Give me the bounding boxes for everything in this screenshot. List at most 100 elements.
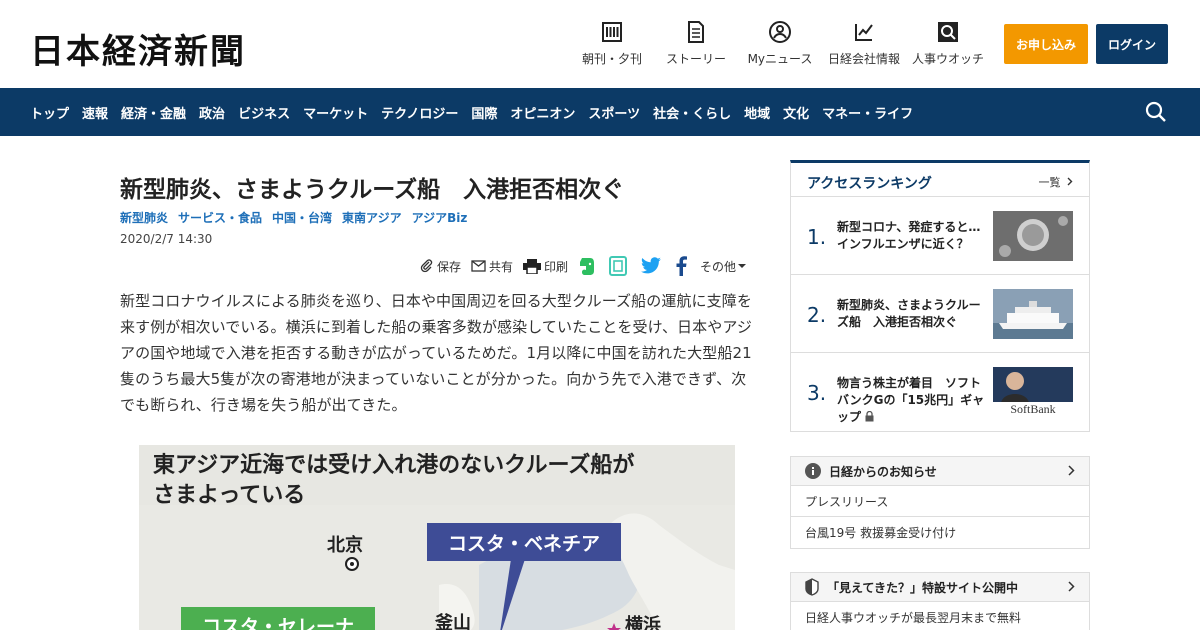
tag-link[interactable]: 東南アジア bbox=[342, 209, 402, 226]
site-logo[interactable]: 日本経済新聞 bbox=[30, 24, 246, 73]
ranking-item[interactable]: 1. 新型コロナ、発症すると…インフルエンザに近く？ bbox=[791, 197, 1089, 275]
save-button[interactable]: 保存 bbox=[420, 258, 461, 275]
nav-item-economy[interactable]: 経済・金融 bbox=[121, 103, 186, 122]
tag-link[interactable]: サービス・食品 bbox=[178, 209, 262, 226]
star-marker-yokohama bbox=[607, 623, 621, 630]
softbank-thumbnail: SoftBank bbox=[993, 367, 1073, 417]
city-marker-beijing bbox=[345, 557, 359, 571]
city-label-yokohama: 横浜 bbox=[625, 615, 661, 630]
nav-label: 朝刊・夕刊 bbox=[581, 52, 642, 66]
caret-down-icon bbox=[738, 264, 747, 268]
ranking-number: 3. bbox=[807, 381, 827, 405]
callout-pointer bbox=[500, 559, 525, 630]
article-body: 新型コロナウイルスによる肺炎を巡り、日本や中国周辺を回る大型クルーズ船の運航に支… bbox=[120, 292, 752, 414]
ranking-text-body: 物言う株主が着目 ソフトバンクGの「15兆円」ギャップ bbox=[837, 376, 985, 424]
article-date: 2020/2/7 14:30 bbox=[120, 232, 213, 246]
chevron-right-icon bbox=[1067, 177, 1073, 186]
chevron-right-icon bbox=[1068, 581, 1075, 592]
notice-link[interactable]: 日経人事ウオッチが最長翌月末まで無料 bbox=[791, 602, 1089, 630]
notice-header[interactable]: 「見えてきた？」特設サイト公開中 bbox=[791, 573, 1089, 602]
map-title-line: 東アジア近海では受け入れ港のないクルーズ船が bbox=[153, 453, 635, 478]
nav-company-info[interactable]: 日経会社情報 bbox=[819, 20, 909, 67]
save-label: 保存 bbox=[437, 259, 462, 274]
ranking-title: アクセスランキング bbox=[807, 176, 932, 192]
ranking-text: 新型コロナ、発症すると…インフルエンザに近く？ bbox=[837, 220, 981, 251]
person-search-icon bbox=[938, 22, 958, 42]
nav-label: ストーリー bbox=[665, 52, 726, 66]
nav-item-breaking[interactable]: 速報 bbox=[82, 103, 108, 122]
chevron-right-icon bbox=[1068, 465, 1075, 476]
site-header: 日本経済新聞 朝刊・夕刊 ストーリー Myニュース 日経会社情報 人事ウオッチ … bbox=[0, 0, 1200, 88]
speaker-photo bbox=[1001, 372, 1029, 403]
ranking-text: 新型肺炎、さまようクルーズ船 入港拒否相次ぐ bbox=[837, 298, 981, 329]
special-site-notice: 「見えてきた？」特設サイト公開中 日経人事ウオッチが最長翌月末まで無料 bbox=[790, 572, 1090, 630]
note-icon bbox=[609, 256, 628, 276]
tag-link[interactable]: アジアBiz bbox=[412, 209, 468, 226]
nav-item-top[interactable]: トップ bbox=[30, 103, 69, 122]
article-map-image[interactable]: 東アジア近海では受け入れ港のないクルーズ船が さまよっている 北京 コスタ・ベネ… bbox=[139, 445, 735, 630]
nav-story[interactable]: ストーリー bbox=[651, 20, 741, 67]
share-button[interactable]: 共有 bbox=[471, 258, 513, 275]
tag-link[interactable]: 新型肺炎 bbox=[120, 209, 168, 226]
ranking-more-link[interactable]: 一覧 bbox=[1039, 174, 1074, 190]
nav-item-business[interactable]: ビジネス bbox=[238, 103, 290, 122]
nav-label: 人事ウオッチ bbox=[911, 52, 984, 66]
nav-item-international[interactable]: 国際 bbox=[471, 103, 497, 122]
nav-item-opinion[interactable]: オピニオン bbox=[510, 103, 575, 122]
nav-item-market[interactable]: マーケット bbox=[303, 103, 368, 122]
notice-header[interactable]: 日経からのお知らせ bbox=[791, 457, 1089, 486]
nav-label: 日経会社情報 bbox=[827, 52, 900, 66]
access-ranking: アクセスランキング 一覧 1. 新型コロナ、発症すると…インフルエンザに近く？ … bbox=[790, 160, 1090, 432]
search-icon[interactable] bbox=[1145, 101, 1167, 123]
other-share-menu[interactable]: その他 bbox=[700, 258, 749, 275]
print-button[interactable]: 印刷 bbox=[523, 258, 568, 275]
nav-item-politics[interactable]: 政治 bbox=[199, 103, 225, 122]
ranking-number: 1. bbox=[807, 225, 827, 249]
evernote-button[interactable] bbox=[578, 256, 599, 276]
map-title-line: さまよっている bbox=[153, 483, 306, 508]
article-tags: 新型肺炎 サービス・食品 中国・台湾 東南アジア アジアBiz bbox=[120, 209, 477, 226]
nav-morning-evening[interactable]: 朝刊・夕刊 bbox=[567, 20, 657, 67]
document-icon bbox=[688, 21, 704, 43]
nav-item-technology[interactable]: テクノロジー bbox=[381, 103, 458, 122]
subscribe-button[interactable]: お申し込み bbox=[1004, 24, 1088, 64]
more-label: 一覧 bbox=[1038, 176, 1061, 189]
lock-icon bbox=[865, 410, 874, 422]
nav-my-news[interactable]: Myニュース bbox=[735, 20, 825, 67]
twitter-button[interactable] bbox=[640, 257, 665, 275]
ship-callout-costa-venezia: コスタ・ベネチア bbox=[427, 523, 621, 561]
facebook-button[interactable] bbox=[675, 256, 690, 276]
nav-item-money-life[interactable]: マネー・ライフ bbox=[822, 103, 913, 122]
printer-icon bbox=[523, 258, 542, 274]
nav-personnel-watch[interactable]: 人事ウオッチ bbox=[903, 20, 993, 67]
article-title: 新型肺炎、さまようクルーズ船 入港拒否相次ぐ bbox=[120, 177, 625, 203]
tag-link[interactable]: 中国・台湾 bbox=[272, 209, 332, 226]
note-button[interactable] bbox=[609, 256, 630, 276]
mail-icon bbox=[471, 260, 486, 272]
city-label-busan: 釜山 bbox=[435, 613, 471, 630]
nav-item-culture[interactable]: 文化 bbox=[783, 103, 809, 122]
ranking-header: アクセスランキング 一覧 bbox=[791, 163, 1089, 197]
notice-title: 日経からのお知らせ bbox=[829, 464, 937, 479]
notice-link[interactable]: プレスリリース bbox=[791, 486, 1089, 517]
newspaper-icon bbox=[602, 22, 622, 42]
login-button[interactable]: ログイン bbox=[1096, 24, 1168, 64]
ranking-item[interactable]: 2. 新型肺炎、さまようクルーズ船 入港拒否相次ぐ bbox=[791, 275, 1089, 353]
chart-icon bbox=[855, 24, 873, 41]
paperclip-icon bbox=[420, 259, 433, 273]
nav-item-region[interactable]: 地域 bbox=[744, 103, 770, 122]
virus-thumbnail bbox=[993, 211, 1073, 261]
ranking-number: 2. bbox=[807, 303, 827, 327]
notice-link[interactable]: 台風19号 救援募金受け付け bbox=[791, 517, 1089, 548]
ranking-text: 物言う株主が着目 ソフトバンクGの「15兆円」ギャップ bbox=[837, 375, 985, 426]
share-label: 共有 bbox=[489, 259, 514, 274]
twitter-icon bbox=[641, 257, 661, 274]
notice-title: 「見えてきた？」特設サイト公開中 bbox=[827, 580, 1019, 595]
nav-label: Myニュース bbox=[747, 52, 813, 66]
print-label: 印刷 bbox=[544, 259, 569, 274]
ranking-item[interactable]: 3. 物言う株主が着目 ソフトバンクGの「15兆円」ギャップ SoftBank bbox=[791, 353, 1089, 431]
nav-item-society[interactable]: 社会・くらし bbox=[653, 103, 731, 122]
evernote-icon bbox=[580, 258, 595, 275]
main-navigation: トップ 速報 経済・金融 政治 ビジネス マーケット テクノロジー 国際 オピニ… bbox=[0, 88, 1200, 136]
nav-item-sports[interactable]: スポーツ bbox=[588, 103, 640, 122]
